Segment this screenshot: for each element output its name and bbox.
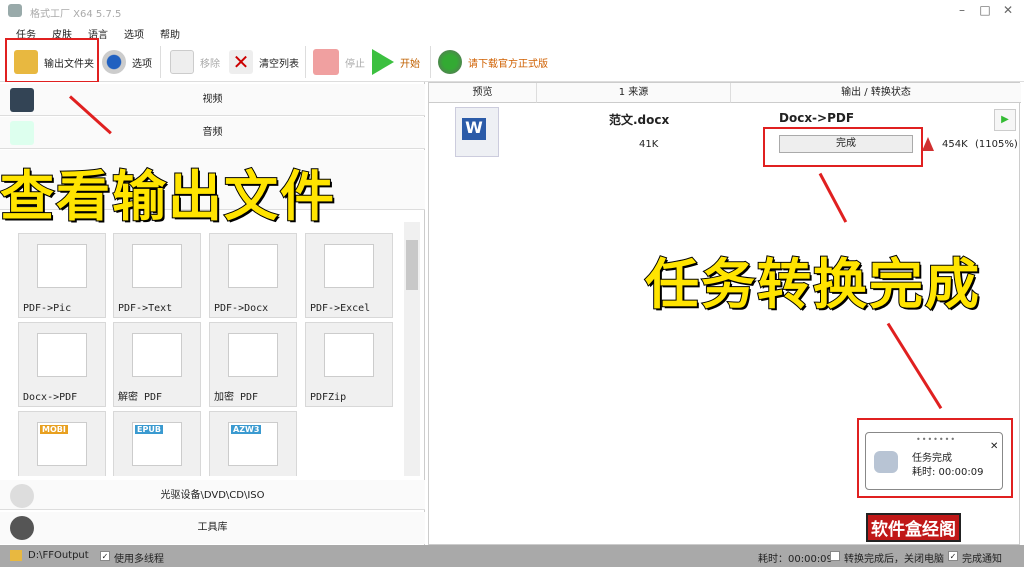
format-icon	[37, 333, 87, 377]
shutdown-checkbox[interactable]	[830, 551, 840, 561]
tool-tile[interactable]: PDF->Text	[113, 233, 201, 318]
header-output[interactable]: 输出 / 转换状态	[731, 83, 1021, 103]
tool-tile[interactable]: AZW3	[209, 411, 297, 476]
size-up-icon	[922, 137, 934, 151]
tool-label: Docx->PDF	[23, 392, 78, 403]
category-tools[interactable]: 工具库	[0, 512, 425, 544]
title-bar: 格式工厂 X64 5.7.5 – □ ✕	[0, 0, 1024, 22]
options-button[interactable]: 选项	[102, 48, 152, 76]
start-button[interactable]: 开始	[372, 48, 420, 76]
menu-help[interactable]: 帮助	[160, 22, 180, 41]
play-output-button[interactable]: ▶	[994, 109, 1016, 131]
format-icon	[228, 244, 278, 288]
category-rom[interactable]: 光驱设备\DVD\CD\ISO	[0, 480, 425, 510]
notify-checkbox[interactable]: ✓	[948, 551, 958, 561]
output-type: Docx->PDF	[779, 111, 855, 125]
output-size: 454K	[942, 139, 968, 150]
toolbar: 输出文件夹 选项 移除 ✕ 清空列表 停止 开始 请下载官方正式版	[0, 40, 1024, 82]
format-icon	[324, 333, 374, 377]
format-icon	[324, 244, 374, 288]
tool-tile[interactable]: EPUB	[113, 411, 201, 476]
minimize-button[interactable]: –	[952, 3, 972, 19]
format-icon: AZW3	[228, 422, 278, 466]
globe-icon	[438, 50, 462, 74]
tool-tile[interactable]: PDF->Pic	[18, 233, 106, 318]
maximize-button[interactable]: □	[975, 3, 995, 19]
source-size: 41K	[639, 139, 659, 150]
tool-label: PDF->Text	[118, 303, 173, 314]
music-icon	[10, 121, 34, 145]
format-icon	[132, 333, 182, 377]
format-icon: MOBI	[37, 422, 87, 466]
tool-tile[interactable]: 加密 PDF	[209, 322, 297, 407]
source-name: 范文.docx	[609, 113, 670, 127]
tool-tile[interactable]: Docx->PDF	[18, 322, 106, 407]
scrollbar[interactable]	[404, 222, 420, 476]
format-icon: EPUB	[132, 422, 182, 466]
remove-button[interactable]: 移除	[170, 48, 220, 76]
gear-icon	[102, 50, 126, 74]
tool-tile[interactable]: PDF->Docx	[209, 233, 297, 318]
document-tools-grid: PDF->Pic PDF->Text PDF->Docx PDF->Excel Docx…	[14, 222, 404, 476]
format-icon	[37, 244, 87, 288]
elapsed-time: 耗时：00:00:09	[758, 554, 833, 565]
format-icon	[132, 244, 182, 288]
stop-icon	[313, 49, 339, 75]
film-icon	[10, 88, 34, 112]
tool-tile[interactable]: PDFZip	[305, 322, 393, 407]
status-bar: D:\FFOutput ✓ 使用多线程 耗时：00:00:09 转换完成后，关闭…	[0, 545, 1024, 567]
close-button[interactable]: ✕	[998, 3, 1018, 19]
menu-options[interactable]: 选项	[124, 22, 144, 41]
tool-tile[interactable]: MOBI	[18, 411, 106, 476]
download-link[interactable]: 请下载官方正式版	[438, 48, 548, 76]
menu-bar: 任务 皮肤 语言 选项 帮助	[0, 22, 1024, 41]
tool-label: PDFZip	[310, 392, 347, 403]
tool-label: 解密 PDF	[118, 392, 163, 403]
tool-tile[interactable]: 解密 PDF	[113, 322, 201, 407]
document-icon	[170, 50, 194, 74]
clear-list-button[interactable]: ✕ 清空列表	[229, 48, 299, 76]
category-audio[interactable]: 音频	[0, 117, 425, 149]
output-path[interactable]: D:\FFOutput	[28, 550, 89, 561]
tool-label: PDF->Docx	[214, 303, 269, 314]
word-file-icon: W	[455, 107, 499, 157]
tool-tile[interactable]: PDF->Excel	[305, 233, 393, 318]
header-source[interactable]: 1 来源	[537, 83, 731, 103]
tool-label: PDF->Excel	[310, 303, 371, 314]
format-icon	[228, 333, 278, 377]
watermark-logo: 软件盒经阁	[858, 505, 1008, 542]
header-preview[interactable]: 预览	[429, 83, 537, 103]
tool-label: PDF->Pic	[23, 303, 72, 314]
play-icon	[372, 49, 394, 75]
multithread-checkbox[interactable]: ✓	[100, 551, 110, 561]
folder-icon	[10, 550, 22, 561]
tool-label: 加密 PDF	[214, 392, 259, 403]
category-video[interactable]: 视频	[0, 84, 425, 116]
clear-icon: ✕	[229, 50, 253, 74]
disc-icon	[10, 484, 34, 508]
output-ratio: (1105%)	[975, 139, 1018, 150]
app-icon	[8, 4, 22, 17]
window-title: 格式工厂 X64 5.7.5	[30, 9, 122, 20]
right-caption: 任务转换完成	[644, 252, 981, 317]
tools-icon	[10, 516, 34, 540]
left-caption: 查看输出文件	[0, 164, 336, 229]
stop-button[interactable]: 停止	[313, 48, 365, 76]
